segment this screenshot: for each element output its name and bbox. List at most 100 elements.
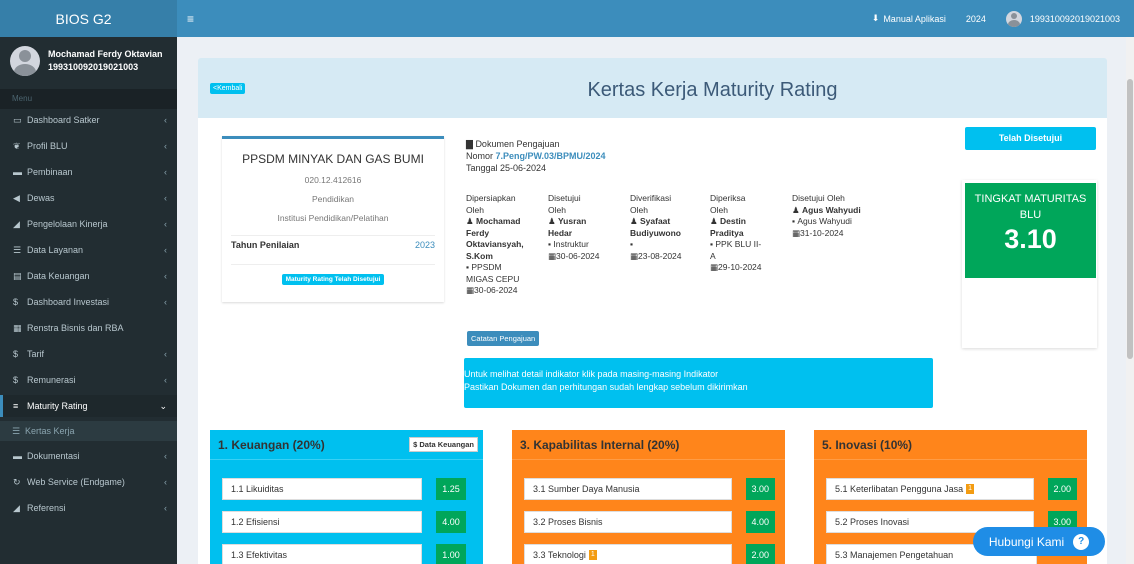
user-info: Mochamad Ferdy Oktavian 1993100920190210… [48, 48, 163, 74]
signature-date-line: ▦31-10-2024 [792, 228, 892, 240]
sidebar-item-web-service-endgame-[interactable]: ↻ Web Service (Endgame) ‹ [0, 471, 177, 493]
info-callout: Untuk melihat detail indikator klik pada… [464, 358, 933, 408]
chevron-icon: ‹ [164, 141, 167, 151]
sidebar-item-dashboard-satker[interactable]: ▭ Dashboard Satker ‹ [0, 109, 177, 131]
status-approved-button[interactable]: Telah Disetujui [965, 127, 1096, 150]
sidebar-item-pengelolaan-kinerja[interactable]: ◢ Pengelolaan Kinerja ‹ [0, 213, 177, 235]
indicator-label: 3.1 Sumber Daya Manusia [533, 484, 640, 494]
signature-name-line: Hedar [548, 228, 630, 240]
signature-role-line: A [710, 251, 792, 263]
signature-name-line: ♟ Agus Wahyudi [792, 205, 892, 217]
signature-name: Oktaviansyah, [466, 239, 524, 249]
year-selector[interactable]: 2024 [956, 14, 996, 24]
dimension-header: 3. Kapabilitas Internal (20%) [512, 430, 785, 460]
signature-role: PPK BLU II- [715, 239, 762, 249]
signature-name: Ferdy [466, 227, 490, 238]
assessment-year-value: 2023 [414, 240, 435, 250]
chevron-icon: ‹ [164, 219, 167, 229]
dimension-body: 1.1 Likuiditas 1.25 1.2 Efisiensi 4.00 1.3 E… [210, 460, 483, 564]
user-menu[interactable]: 199310092019021003 [996, 10, 1134, 27]
callout-line-1: Untuk melihat detail indikator klik pada… [464, 369, 719, 379]
sidebar-item-label: Pengelolaan Kinerja [27, 219, 108, 229]
chevron-icon: ‹ [164, 349, 167, 359]
indicator-button[interactable]: 5.1 Keterlibatan Pengguna Jasa 1 [826, 478, 1034, 500]
signature-name-line: ♟ Mochamad [466, 216, 548, 228]
signature-block: Disetujui Oleh ♟ Yusran Hedar ▪ Instruktur ▦3… [548, 193, 630, 297]
dimension-body: 3.1 Sumber Daya Manusia 3.00 3.2 Proses Bi… [512, 460, 785, 564]
user-nip: 199310092019021003 [48, 62, 139, 72]
signature-role: A [710, 250, 716, 261]
indicator-row: 1.3 Efektivitas 1.00 [222, 544, 473, 564]
indicator-button[interactable]: 1.3 Efektivitas [222, 544, 422, 564]
indicator-warning-badge: 1 [966, 484, 975, 494]
signature-name-line: ♟ Syafaat [630, 216, 710, 228]
indicator-button[interactable]: 3.3 Teknologi 1 [524, 544, 732, 564]
top-header: ≡ ⬇ Manual Aplikasi 2024 199310092019021… [177, 0, 1134, 37]
sidebar-item-remunerasi[interactable]: $ Remunerasi ‹ [0, 369, 177, 391]
sidebar-item-data-layanan[interactable]: ☰ Data Layanan ‹ [0, 239, 177, 261]
sidebar-toggle-icon[interactable]: ≡ [187, 12, 194, 26]
signature-title: Diperiksa [710, 193, 746, 203]
sidebar-item-maturity-rating[interactable]: ≡ Maturity Rating ⌄ [0, 395, 177, 417]
indicator-label: 5.3 Manajemen Pengetahuan [835, 550, 954, 560]
signature-block: Diverifikasi Oleh ♟ Syafaat Budiyuwono ▪ ▦23… [630, 193, 710, 297]
sidebar-item-renstra-bisnis-dan-rba[interactable]: ▦ Renstra Bisnis dan RBA [0, 317, 177, 339]
sidebar-item-tarif[interactable]: $ Tarif ‹ [0, 343, 177, 365]
worksheet-panel: PPSDM MINYAK DAN GAS BUMI 020.12.412616 … [198, 118, 1107, 564]
sidebar-item-dokumentasi[interactable]: ▬ Dokumentasi ‹ [0, 445, 177, 467]
indicator-button[interactable]: 3.2 Proses Bisnis [524, 511, 732, 533]
chevron-icon: ‹ [164, 271, 167, 281]
sidebar-item-dewas[interactable]: ◀ Dewas ‹ [0, 187, 177, 209]
dimension-header: 1. Keuangan (20%) $ Data Keuangan [210, 430, 483, 460]
car-icon: ▬ [13, 167, 22, 177]
submission-notes-button[interactable]: Catatan Pengajuan [467, 331, 540, 346]
dollar-icon: $ [13, 349, 19, 359]
download-icon: ⬇ [871, 13, 880, 23]
sidebar-item-label: Dokumentasi [27, 451, 80, 461]
calendar-icon: ▦ [466, 285, 475, 295]
contact-us-label: Hubungi Kami [988, 534, 1065, 549]
contact-us-button[interactable]: Hubungi Kami ? [973, 527, 1105, 556]
sidebar-item-data-keuangan[interactable]: ▤ Data Keuangan ‹ [0, 265, 177, 287]
signature-date: 29-10-2024 [718, 262, 762, 272]
sidebar-item-profil-blu[interactable]: ❦ Profil BLU ‹ [0, 135, 177, 157]
sidebar-item-dashboard-investasi[interactable]: $ Dashboard Investasi ‹ [0, 291, 177, 313]
sidebar-item-referensi[interactable]: ◢ Referensi ‹ [0, 497, 177, 519]
page-title: Kertas Kerja Maturity Rating [587, 79, 838, 101]
institution-name: PPSDM MINYAK DAN GAS BUMI [242, 152, 424, 166]
document-number[interactable]: 7.Peng/PW.03/BPMU/2024 [496, 151, 606, 161]
chevron-icon: ‹ [164, 297, 167, 307]
scrollbar-thumb[interactable] [1127, 79, 1133, 359]
signature-grid: Dipersiapkan Oleh ♟ Mochamad Ferdy Oktavians… [466, 193, 892, 297]
indicator-score: 3.00 [745, 478, 775, 500]
signature-title-2: Oleh [466, 204, 484, 215]
sidebar-item-label: Dewas [27, 193, 55, 203]
signature-role: Instruktur [553, 239, 589, 249]
sidebar-item-pembinaan[interactable]: ▬ Pembinaan ‹ [0, 161, 177, 183]
signature-name-line: Budiyuwono [630, 228, 710, 240]
approved-badge: Maturity Rating Telah Disetujui [281, 274, 385, 285]
manual-link[interactable]: ⬇ Manual Aplikasi [862, 13, 956, 24]
callout-line-2: Pastikan Dokumen dan perhitungan sudah l… [464, 382, 748, 392]
dimension-title: 1. Keuangan (20%) [218, 437, 325, 452]
chevron-icon: ‹ [164, 451, 167, 461]
signature-title-2: Oleh [630, 204, 648, 215]
signature-name: Budiyuwono [630, 227, 681, 238]
refresh-icon: ↻ [13, 476, 21, 487]
indicator-label: 3.2 Proses Bisnis [533, 517, 603, 527]
document-label-row: ▇ Dokumen Pengajuan [466, 138, 606, 150]
sidebar-subitem-kertas-kerja[interactable]: ☰ Kertas Kerja [0, 421, 177, 441]
indicator-button[interactable]: 1.1 Likuiditas [222, 478, 422, 500]
chevron-icon: ⌄ [159, 400, 167, 411]
page-scrollbar[interactable] [1126, 37, 1134, 564]
signature-name: S.Kom [466, 250, 493, 261]
id-card-icon: ▪ [630, 239, 634, 249]
chevron-icon: ‹ [164, 193, 167, 203]
indicator-label: 1.2 Efisiensi [231, 517, 280, 527]
indicator-row: 3.3 Teknologi 1 2.00 [524, 544, 775, 564]
app-logo[interactable]: BIOS G2 [0, 0, 177, 37]
data-keuangan-button[interactable]: $ Data Keuangan [409, 437, 478, 452]
indicator-button[interactable]: 3.1 Sumber Daya Manusia [524, 478, 732, 500]
user-icon: ♟ [710, 216, 720, 226]
indicator-button[interactable]: 1.2 Efisiensi [222, 511, 422, 533]
